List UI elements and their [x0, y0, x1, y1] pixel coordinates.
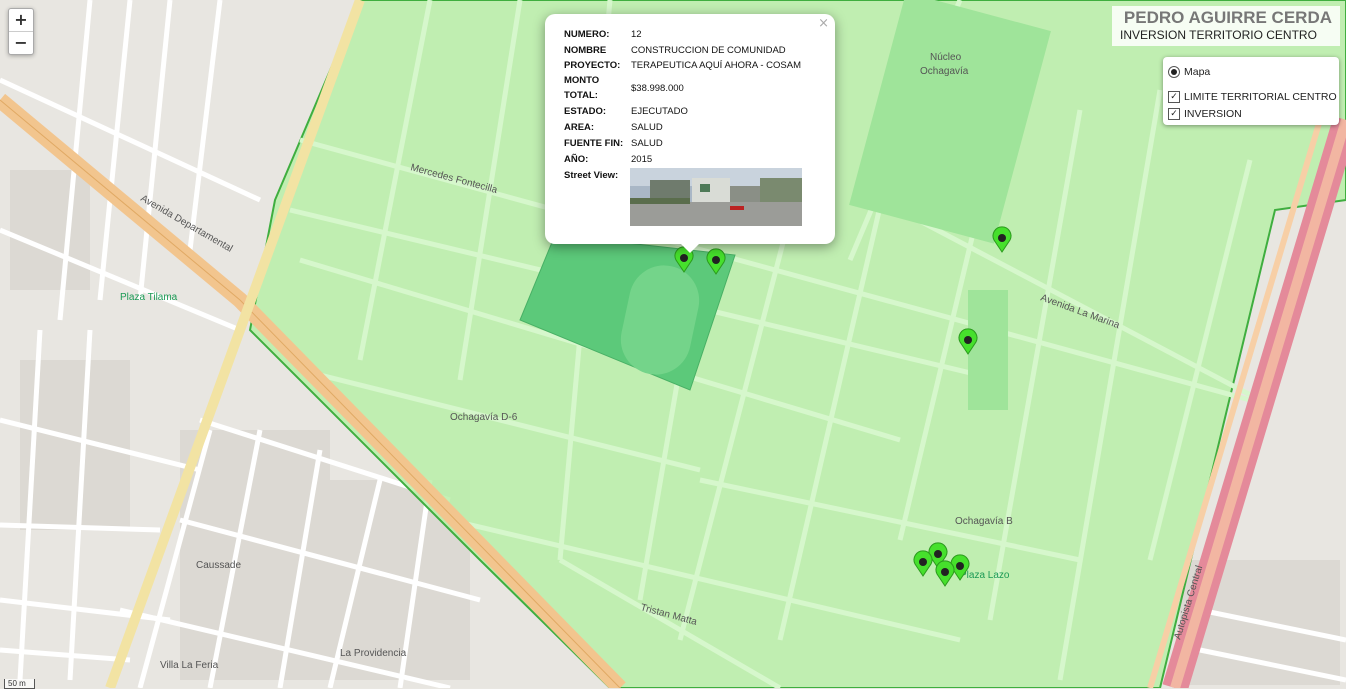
base-layer-label: Mapa: [1184, 66, 1211, 78]
popup-label: NUMERO:: [564, 29, 610, 40]
popup-label: ESTADO:: [564, 106, 607, 117]
label-nucleo2: Ochagavía: [920, 66, 969, 77]
base-layer-option[interactable]: Mapa: [1168, 65, 1210, 79]
label-providencia: La Providencia: [340, 648, 407, 659]
label-plaza-tilama: Plaza Tilama: [120, 292, 178, 303]
label-nucleo: Núcleo: [930, 52, 962, 63]
popup-label: MONTO: [564, 75, 600, 86]
popup-value: 12: [631, 29, 642, 40]
popup-label: PROYECTO:: [564, 60, 621, 71]
label-caussade: Caussade: [196, 560, 241, 571]
label-plaza-lazo: Plaza Lazo: [960, 570, 1010, 581]
popup-label: AÑO:: [564, 154, 589, 165]
radio-icon[interactable]: [1168, 66, 1180, 78]
page-title: PEDRO AGUIRRE CERDA: [1123, 8, 1332, 27]
checkbox-icon[interactable]: ✓: [1168, 108, 1180, 120]
popup-value: $38.998.000: [631, 83, 684, 94]
popup-value: EJECUTADO: [631, 106, 688, 117]
project-popup: × NUMERO: 12 NOMBRE CONSTRUCCION DE COMU…: [545, 14, 835, 253]
label-ochagavia-b: Ochagavía B: [955, 516, 1013, 527]
popup-label: NOMBRE: [564, 45, 607, 56]
page-subtitle: INVERSION TERRITORIO CENTRO: [1120, 28, 1317, 42]
overlay-option-inversion[interactable]: ✓ INVERSION: [1168, 107, 1242, 121]
popup-label: AREA:: [564, 122, 595, 133]
popup-value: CONSTRUCCION DE COMUNIDAD: [631, 45, 786, 56]
layer-control: Mapa ✓ LIMITE TERRITORIAL CENTRO ✓ INVER…: [1163, 57, 1339, 125]
zoom-in-button[interactable]: +: [9, 9, 33, 31]
popup-label: Street View:: [564, 170, 619, 181]
zoom-out-button[interactable]: −: [9, 31, 33, 54]
title-panel: PEDRO AGUIRRE CERDA INVERSION TERRITORIO…: [1112, 6, 1340, 46]
popup-value: SALUD: [631, 138, 663, 149]
overlay-option-limite[interactable]: ✓ LIMITE TERRITORIAL CENTRO: [1168, 90, 1337, 104]
label-ochagavia-d6: Ochagavía D-6: [450, 412, 518, 423]
popup-value: TERAPEUTICA AQUÍ AHORA - COSAM: [631, 60, 801, 71]
close-icon[interactable]: ×: [818, 16, 829, 31]
popup-tip: [680, 243, 700, 253]
zoom-control: + −: [8, 8, 34, 55]
popup-label: TOTAL:: [564, 90, 598, 101]
checkbox-icon[interactable]: ✓: [1168, 91, 1180, 103]
label-villa-feria: Villa La Feria: [160, 660, 219, 671]
overlay-label: LIMITE TERRITORIAL CENTRO: [1184, 91, 1337, 103]
popup-value: SALUD: [631, 122, 663, 133]
popup-label: FUENTE FIN:: [564, 138, 624, 149]
popup-value: 2015: [631, 154, 653, 165]
street-view-thumbnail[interactable]: [630, 168, 802, 226]
overlay-label: INVERSION: [1184, 108, 1242, 120]
